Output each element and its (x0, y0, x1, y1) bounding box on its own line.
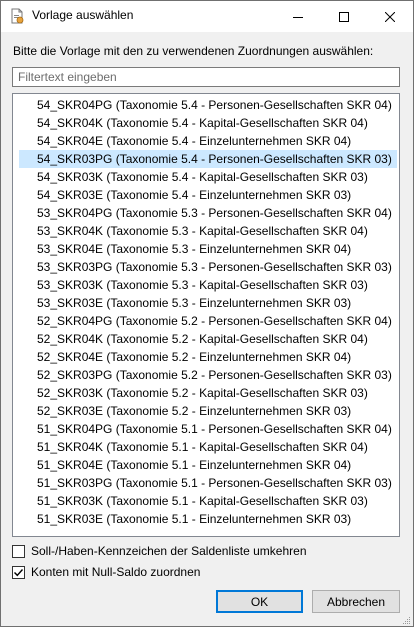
flip-sign-option[interactable]: Soll-/Haben-Kennzeichen der Saldenliste … (12, 542, 307, 560)
template-list-item[interactable]: 52_SKR03E (Taxonomie 5.2 - Einzelunterne… (19, 402, 397, 420)
resize-grip-icon[interactable] (401, 614, 411, 624)
template-list-item[interactable]: 52_SKR04PG (Taxonomie 5.2 - Personen-Ges… (19, 312, 397, 330)
minimize-button[interactable] (275, 1, 321, 32)
zero-balance-option[interactable]: Konten mit Null-Saldo zuordnen (12, 563, 200, 581)
template-list-item[interactable]: 54_SKR03E (Taxonomie 5.4 - Einzelunterne… (19, 186, 397, 204)
template-list-item[interactable]: 51_SKR04K (Taxonomie 5.1 - Kapital-Gesel… (19, 438, 397, 456)
template-list-item[interactable]: 53_SKR03PG (Taxonomie 5.3 - Personen-Ges… (19, 258, 397, 276)
close-icon (385, 11, 395, 22)
template-list-item[interactable]: 52_SKR03PG (Taxonomie 5.2 - Personen-Ges… (19, 366, 397, 384)
template-list-item[interactable]: 54_SKR03K (Taxonomie 5.4 - Kapital-Gesel… (19, 168, 397, 186)
template-list[interactable]: 54_SKR04PG (Taxonomie 5.4 - Personen-Ges… (12, 93, 400, 537)
template-list-item[interactable]: 54_SKR03PG (Taxonomie 5.4 - Personen-Ges… (19, 150, 397, 168)
ok-button[interactable]: OK (216, 590, 303, 613)
filter-input[interactable] (12, 67, 400, 87)
template-list-item[interactable]: 51_SKR03PG (Taxonomie 5.1 - Personen-Ges… (19, 474, 397, 492)
close-button[interactable] (367, 1, 413, 32)
template-list-item[interactable]: 53_SKR04K (Taxonomie 5.3 - Kapital-Gesel… (19, 222, 397, 240)
template-list-item[interactable]: 51_SKR03K (Taxonomie 5.1 - Kapital-Gesel… (19, 492, 397, 510)
zero-balance-checkbox[interactable] (12, 565, 25, 579)
template-list-item[interactable]: 53_SKR04E (Taxonomie 5.3 - Einzelunterne… (19, 240, 397, 258)
template-list-item[interactable]: 54_SKR04K (Taxonomie 5.4 - Kapital-Gesel… (19, 114, 397, 132)
template-list-item[interactable]: 51_SKR04E (Taxonomie 5.1 - Einzelunterne… (19, 456, 397, 474)
template-list-item[interactable]: 53_SKR04PG (Taxonomie 5.3 - Personen-Ges… (19, 204, 397, 222)
template-list-item[interactable]: 51_SKR04PG (Taxonomie 5.1 - Personen-Ges… (19, 420, 397, 438)
template-list-item[interactable]: 52_SKR03K (Taxonomie 5.2 - Kapital-Gesel… (19, 384, 397, 402)
zero-balance-label[interactable]: Konten mit Null-Saldo zuordnen (31, 565, 200, 579)
minimize-icon (293, 12, 303, 22)
template-list-item[interactable]: 54_SKR04PG (Taxonomie 5.4 - Personen-Ges… (19, 96, 397, 114)
app-document-icon (9, 8, 25, 24)
maximize-button[interactable] (321, 1, 367, 32)
flip-sign-checkbox[interactable] (12, 544, 25, 558)
window-title: Vorlage auswählen (32, 8, 134, 22)
template-list-item[interactable]: 54_SKR04E (Taxonomie 5.4 - Einzelunterne… (19, 132, 397, 150)
template-list-item[interactable]: 53_SKR03K (Taxonomie 5.3 - Kapital-Gesel… (19, 276, 397, 294)
cancel-button[interactable]: Abbrechen (312, 590, 400, 613)
flip-sign-label[interactable]: Soll-/Haben-Kennzeichen der Saldenliste … (31, 544, 307, 558)
template-list-item[interactable]: 51_SKR03E (Taxonomie 5.1 - Einzelunterne… (19, 510, 397, 528)
instruction-label: Bitte die Vorlage mit den zu verwendenen… (13, 44, 374, 58)
maximize-icon (339, 11, 349, 22)
template-list-item[interactable]: 53_SKR03E (Taxonomie 5.3 - Einzelunterne… (19, 294, 397, 312)
dialog-window: Vorlage auswählen Bitte die Vorlage mit … (0, 0, 414, 627)
checkmark-icon (14, 568, 24, 576)
template-list-item[interactable]: 52_SKR04K (Taxonomie 5.2 - Kapital-Gesel… (19, 330, 397, 348)
title-bar[interactable]: Vorlage auswählen (1, 1, 413, 32)
template-list-item[interactable]: 52_SKR04E (Taxonomie 5.2 - Einzelunterne… (19, 348, 397, 366)
